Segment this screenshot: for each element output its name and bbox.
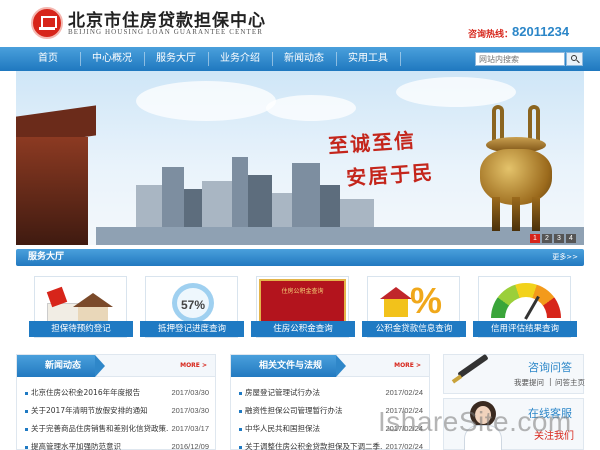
house-roof (73, 293, 113, 307)
news-row[interactable]: 北京住房公积金2016年年度报告 2017/03/30 (17, 384, 215, 402)
credit-gauge-icon (491, 283, 561, 337)
hotline-label: 咨询热线： (468, 30, 514, 40)
bullet-icon (239, 428, 242, 431)
consult-ask-link[interactable]: 我要提问 (514, 377, 544, 388)
law-title[interactable]: 关于调整住房公积金贷款担保及下调二季... (245, 438, 383, 450)
bullet-icon (25, 428, 28, 431)
news-row[interactable]: 关于完善商品住房销售和差别化信贷政策... 2017/03/17 (17, 420, 215, 438)
service-label-progress[interactable]: 抵押登记进度查询 (140, 321, 244, 337)
service-label-fund[interactable]: 住房公积金查询 (251, 321, 355, 337)
house-percent-icon: % (380, 281, 450, 325)
search-icon-handle (576, 59, 580, 64)
search-input[interactable] (475, 52, 565, 66)
law-title[interactable]: 融资性担保公司管理暂行办法 (245, 402, 383, 420)
carousel-dot-1[interactable]: 1 (530, 234, 540, 243)
bullet-icon (239, 410, 242, 413)
news-title[interactable]: 关于2017年清明节放假安排的通知 (31, 402, 169, 420)
consult-home-link[interactable]: 问答主页 (555, 377, 585, 388)
law-row[interactable]: 房屋登记管理试行办法 2017/02/24 (231, 384, 429, 402)
banner-slogan-2: 安居于民 (345, 159, 435, 191)
news-row[interactable]: 关于2017年清明节放假安排的通知 2017/03/30 (17, 402, 215, 420)
laws-panel-header: 相关文件与法规 MORE > (231, 355, 429, 377)
certificate-text: 住房公积金查询 (281, 288, 324, 295)
nav-item-business[interactable]: 业务介绍 (208, 47, 272, 71)
law-title[interactable]: 中华人民共和国担保法 (245, 420, 383, 438)
news-date: 2016/12/09 (171, 442, 209, 450)
nav-item-service-hall[interactable]: 服务大厅 (144, 47, 208, 71)
law-title[interactable]: 房屋登记管理试行办法 (245, 384, 383, 402)
service-label-appointment[interactable]: 担保待预约登记 (29, 321, 133, 337)
news-date: 2017/03/17 (171, 424, 209, 433)
hotline-number: 82011234 (512, 24, 570, 39)
news-panel-header: 新闻动态 MORE > (17, 355, 215, 377)
cloud (136, 81, 276, 121)
progress-percent-text: 57% (180, 298, 206, 312)
palace-eaves (16, 137, 88, 245)
service-label-loan-info[interactable]: 公积金贷款信息查询 (362, 321, 466, 337)
news-panel-title: 新闻动态 (17, 355, 106, 377)
consult-title[interactable]: 咨询问答 (528, 359, 572, 375)
site-header: 北京市住房贷款担保中心 BEIJING HOUSING LOAN GUARANT… (0, 0, 600, 47)
law-date: 2017/02/24 (385, 388, 423, 397)
services-more-link[interactable]: 更多>> (552, 249, 578, 266)
percent-glyph: % (410, 280, 443, 321)
bullet-icon (239, 446, 242, 449)
bullet-icon (25, 392, 28, 395)
carousel-pager: 1 2 3 4 (528, 234, 576, 243)
logo-title-en: BEIJING HOUSING LOAN GUARANTEE CENTER (68, 28, 264, 36)
consult-divider: | (549, 377, 552, 386)
law-date: 2017/02/24 (385, 442, 423, 450)
cauldron-leg (512, 197, 520, 231)
services-header: 服务大厅 更多>> (16, 249, 584, 266)
bullet-icon (25, 446, 28, 449)
nav-item-home[interactable]: 首页 (16, 47, 80, 71)
news-date: 2017/03/30 (171, 406, 209, 415)
house-calculator-icon (46, 285, 119, 325)
news-title[interactable]: 北京住房公积金2016年年度报告 (31, 384, 169, 402)
consult-box[interactable]: 咨询问答 我要提问 | 问答主页 (443, 353, 585, 394)
carousel-dot-3[interactable]: 3 (554, 234, 564, 243)
law-row[interactable]: 关于调整住房公积金贷款担保及下调二季... 2017/02/24 (231, 438, 429, 450)
logo-emblem-icon[interactable] (31, 7, 63, 39)
watermark-text: IshareSite.com (378, 406, 572, 437)
house-roof (380, 287, 412, 299)
pen-icon (457, 353, 489, 379)
news-title[interactable]: 提高管理水平加强防范意识 (31, 438, 169, 450)
page: 北京市住房贷款担保中心 BEIJING HOUSING LOAN GUARANT… (0, 0, 600, 450)
nav-item-news[interactable]: 新闻动态 (272, 47, 336, 71)
news-row[interactable]: 提高管理水平加强防范意识 2016/12/09 (17, 438, 215, 450)
nav-item-about[interactable]: 中心概况 (80, 47, 144, 71)
bullet-icon (239, 392, 242, 395)
laws-more-link[interactable]: MORE > (394, 355, 421, 377)
nav-item-tools[interactable]: 实用工具 (336, 47, 400, 71)
carousel-dot-4[interactable]: 4 (566, 234, 576, 243)
bronze-cauldron-image (466, 97, 566, 237)
cloud (266, 95, 356, 121)
nav-divider (400, 52, 401, 66)
main-nav: 首页 中心概况 服务大厅 业务介绍 新闻动态 实用工具 (0, 47, 600, 71)
news-date: 2017/03/30 (171, 388, 209, 397)
services-title: 服务大厅 (28, 252, 65, 262)
house-wall (384, 299, 408, 317)
pen-tip-icon (451, 374, 463, 384)
banner-slogan-1: 至诚至信 (327, 127, 417, 159)
news-more-link[interactable]: MORE > (180, 355, 207, 377)
news-title[interactable]: 关于完善商品住房销售和差别化信贷政策... (31, 420, 169, 438)
carousel-dot-2[interactable]: 2 (542, 234, 552, 243)
bullet-icon (25, 410, 28, 413)
cauldron-leg (532, 197, 540, 231)
news-panel: 新闻动态 MORE > 北京住房公积金2016年年度报告 2017/03/30 … (16, 354, 216, 450)
search-button[interactable] (566, 52, 583, 66)
laws-panel-title: 相关文件与法规 (231, 355, 347, 377)
service-label-credit[interactable]: 信用评估结果查询 (473, 321, 577, 337)
hero-banner[interactable]: 至诚至信 安居于民 1 2 3 4 (16, 71, 584, 245)
cauldron-leg (492, 197, 500, 231)
